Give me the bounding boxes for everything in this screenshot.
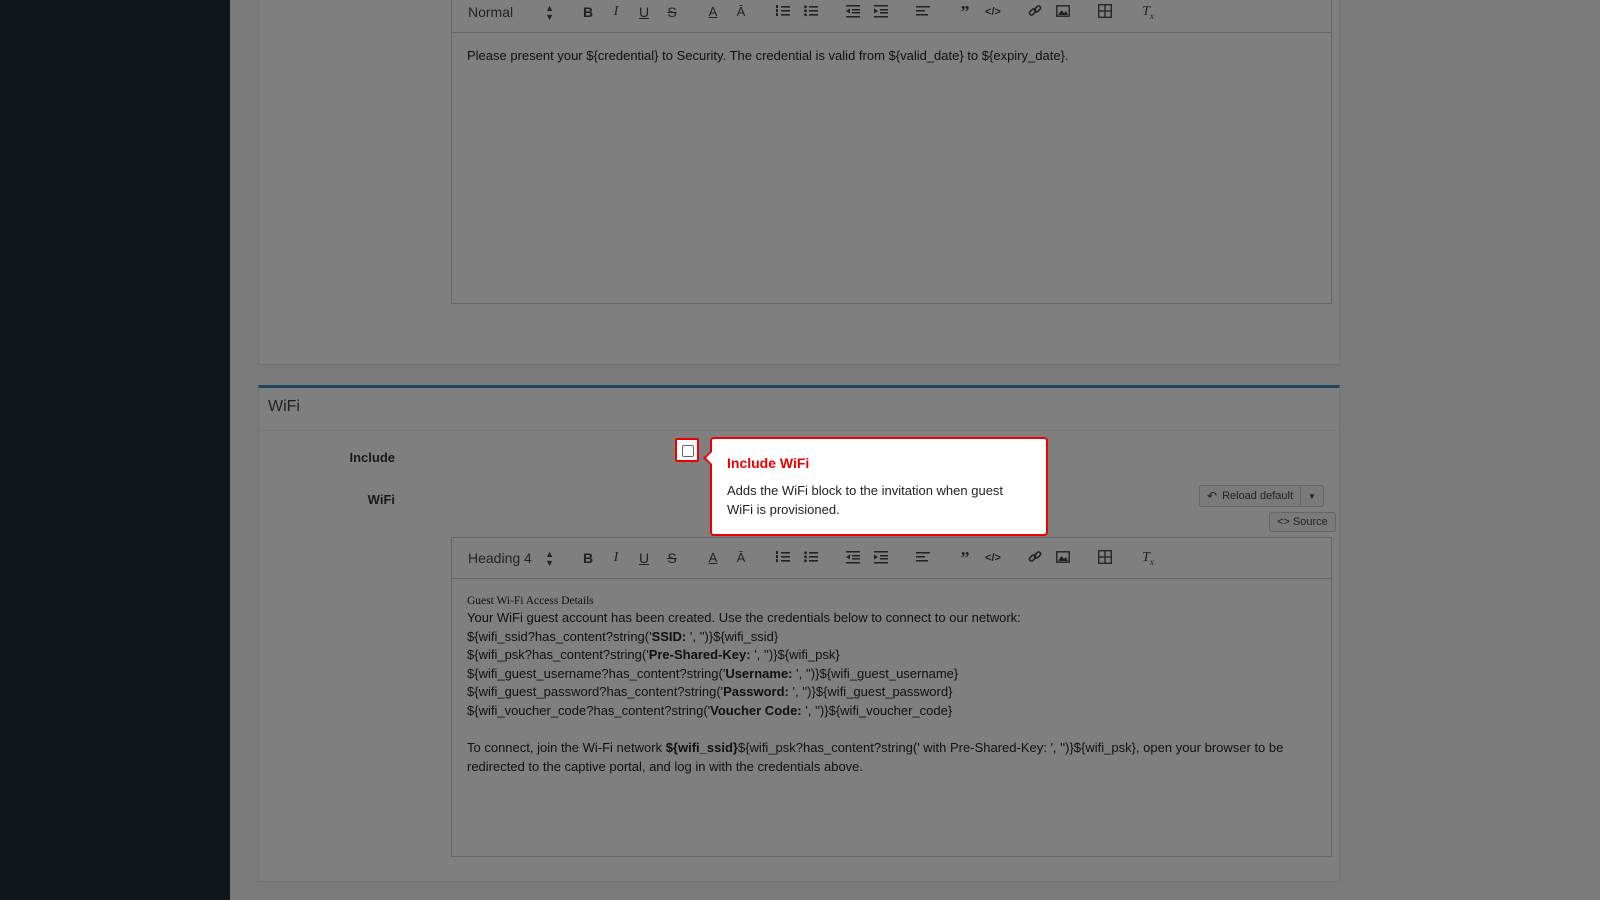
bold-icon[interactable]: B	[579, 547, 597, 569]
wifi-connect-paragraph: To connect, join the Wi-Fi network ${wif…	[467, 740, 1284, 774]
bullet-list-icon[interactable]	[802, 547, 820, 569]
reload-default-button[interactable]: ↶ Reload default	[1199, 485, 1302, 507]
code-icon[interactable]: </>	[984, 547, 1002, 569]
blockquote-icon[interactable]: ”	[956, 1, 974, 23]
wifi-editor: Heading 4 ▲ ▼ B I U S A Ā ” </> Tx Guest …	[451, 537, 1332, 857]
editor-toolbar: Normal ▲ ▼ B I U S A Ā ” </> Tx	[452, 0, 1331, 33]
code-icon[interactable]: </>	[984, 1, 1002, 23]
link-icon[interactable]	[1026, 1, 1044, 23]
select-arrows-icon: ▲ ▼	[545, 549, 554, 568]
wifi-label: WiFi	[367, 492, 395, 507]
editor-content[interactable]: Please present your ${credential} to Sec…	[452, 33, 1331, 80]
message-editor: Normal ▲ ▼ B I U S A Ā ” </> Tx Please pr…	[451, 0, 1332, 304]
format-select-value: Heading 4	[468, 550, 532, 566]
bold-icon[interactable]: B	[579, 1, 597, 23]
format-select[interactable]: Normal ▲ ▼	[468, 1, 554, 23]
clear-format-icon[interactable]: Tx	[1139, 547, 1157, 569]
strikethrough-icon[interactable]: S	[663, 1, 681, 23]
italic-icon[interactable]: I	[607, 1, 625, 23]
source-label: <> Source	[1277, 516, 1328, 528]
editor-content[interactable]: Guest Wi-Fi Access Details Your WiFi gue…	[452, 579, 1331, 790]
outdent-icon[interactable]	[844, 1, 862, 23]
editor-toolbar: Heading 4 ▲ ▼ B I U S A Ā ” </> Tx	[452, 538, 1331, 579]
undo-icon: ↶	[1207, 489, 1218, 503]
italic-icon[interactable]: I	[607, 547, 625, 569]
wifi-line: ${wifi_voucher_code?has_content?string('…	[467, 702, 953, 718]
reload-default-group: ↶ Reload default ▼	[1199, 485, 1324, 507]
message-text: Please present your ${credential} to Sec…	[467, 48, 1069, 63]
wifi-heading: Guest Wi-Fi Access Details	[467, 595, 594, 607]
highlight-color-icon[interactable]: Ā	[732, 1, 750, 23]
text-color-icon[interactable]: A	[704, 1, 722, 23]
strikethrough-icon[interactable]: S	[663, 547, 681, 569]
caret-down-icon: ▼	[1308, 491, 1316, 501]
wifi-line: ${wifi_ssid?has_content?string('SSID: ',…	[467, 628, 779, 644]
underline-icon[interactable]: U	[635, 547, 653, 569]
include-wifi-popover: Include WiFi Adds the WiFi block to the …	[703, 437, 1048, 536]
select-arrows-icon: ▲ ▼	[545, 3, 554, 22]
panel-divider	[259, 430, 1339, 431]
message-panel: Normal ▲ ▼ B I U S A Ā ” </> Tx Please pr…	[258, 0, 1340, 365]
underline-icon[interactable]: U	[635, 1, 653, 23]
source-button[interactable]: <> Source	[1269, 512, 1336, 532]
popover-body: Adds the WiFi block to the invitation wh…	[727, 483, 1004, 517]
wifi-intro: Your WiFi guest account has been created…	[467, 610, 1021, 625]
reload-dropdown-button[interactable]: ▼	[1301, 485, 1324, 507]
clear-format-icon[interactable]: Tx	[1139, 1, 1157, 23]
bullet-list-icon[interactable]	[802, 1, 820, 23]
reload-default-label: Reload default	[1222, 490, 1294, 502]
format-select-value: Normal	[468, 4, 514, 20]
highlight-color-icon[interactable]: Ā	[732, 547, 750, 569]
popover-title: Include WiFi	[727, 455, 810, 471]
image-icon[interactable]	[1054, 547, 1072, 569]
include-wifi-checkbox[interactable]	[682, 445, 694, 457]
sidebar	[0, 0, 230, 900]
wifi-line: ${wifi_guest_password?has_content?string…	[467, 684, 953, 700]
align-icon[interactable]	[914, 1, 932, 23]
table-icon[interactable]	[1096, 1, 1114, 23]
format-select[interactable]: Heading 4 ▲ ▼	[468, 547, 554, 569]
outdent-icon[interactable]	[844, 547, 862, 569]
text-color-icon[interactable]: A	[704, 547, 722, 569]
ordered-list-icon[interactable]	[774, 1, 792, 23]
indent-icon[interactable]	[872, 547, 890, 569]
ordered-list-icon[interactable]	[774, 547, 792, 569]
align-icon[interactable]	[914, 547, 932, 569]
include-label: Include	[349, 450, 395, 465]
indent-icon[interactable]	[872, 1, 890, 23]
blockquote-icon[interactable]: ”	[956, 547, 974, 569]
wifi-line: ${wifi_guest_username?has_content?string…	[467, 665, 959, 681]
include-wifi-highlight	[675, 438, 699, 462]
link-icon[interactable]	[1026, 547, 1044, 569]
table-icon[interactable]	[1096, 547, 1114, 569]
image-icon[interactable]	[1054, 1, 1072, 23]
panel-title: WiFi	[268, 398, 300, 415]
wifi-line: ${wifi_psk?has_content?string('Pre-Share…	[467, 647, 840, 663]
